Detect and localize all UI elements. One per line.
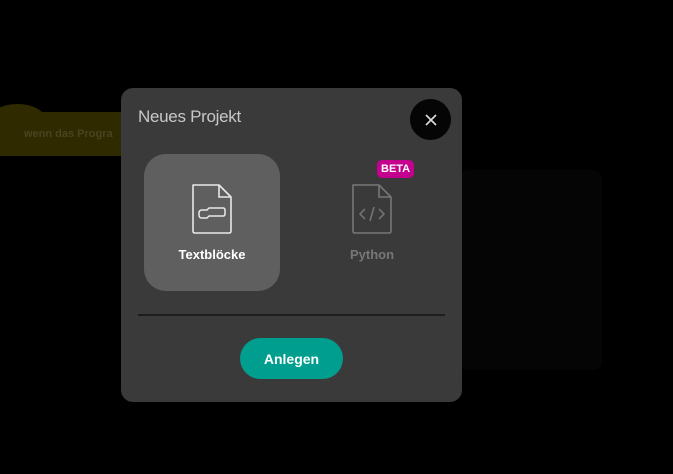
- create-button[interactable]: Anlegen: [240, 338, 343, 379]
- option-label: Python: [349, 247, 395, 262]
- dialog-title: Neues Projekt: [138, 107, 241, 126]
- file-block-icon: [192, 184, 232, 234]
- new-project-dialog: Neues Projekt Textblöcke Python BETA Anl…: [121, 88, 462, 402]
- close-button[interactable]: [410, 99, 451, 140]
- beta-badge: BETA: [377, 160, 415, 178]
- option-label: Textblöcke: [178, 247, 246, 262]
- background-panel: [460, 170, 602, 370]
- divider: [138, 314, 445, 316]
- option-python[interactable]: Python: [304, 154, 440, 291]
- close-icon: [424, 113, 437, 126]
- option-textblocks[interactable]: Textblöcke: [144, 154, 280, 291]
- code-block-text: wenn das Progra: [24, 128, 113, 140]
- file-code-icon: [352, 184, 392, 234]
